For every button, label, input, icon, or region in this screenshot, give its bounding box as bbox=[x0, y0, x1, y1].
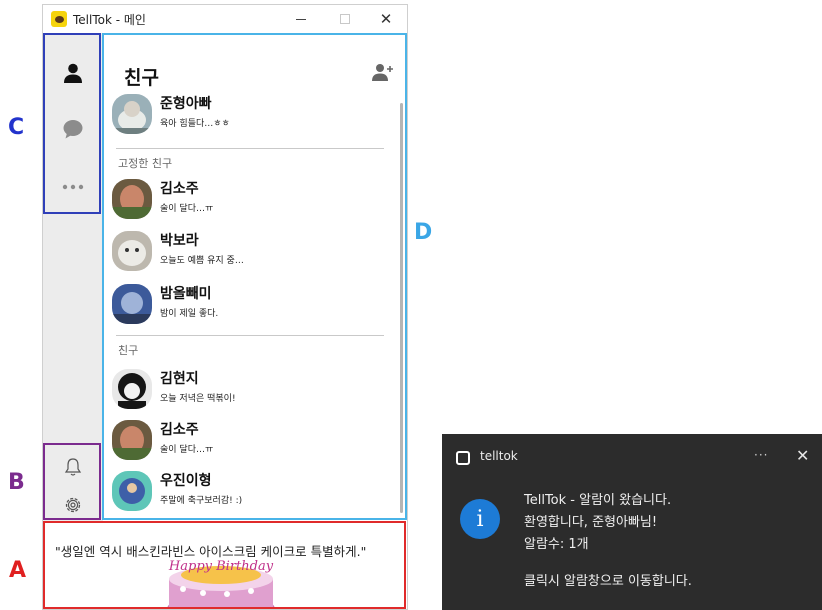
toast-line-2: 알람수: 1개 bbox=[524, 537, 589, 552]
toast-line-3: 클릭시 알람창으로 이동합니다. bbox=[524, 574, 692, 589]
friend-status: 밤이 제일 좋다. bbox=[160, 309, 219, 319]
list-item[interactable]: 우진이형 주말에 축구보러감! :) bbox=[108, 467, 388, 515]
toast-line-1: 환영합니다, 준형아빠님! bbox=[524, 515, 658, 530]
friend-name: 김소주 bbox=[160, 422, 199, 438]
avatar bbox=[112, 94, 152, 134]
friends-panel: 친구 준형아빠 육아 힘들다…ㅎㅎ 고정한 친구 김소주 술이 달다…ㅠ 박보라… bbox=[104, 33, 407, 523]
gear-icon bbox=[65, 497, 81, 513]
person-icon bbox=[64, 63, 82, 83]
section-label-pinned: 고정한 친구 bbox=[118, 157, 173, 170]
telltok-app-icon bbox=[456, 451, 470, 465]
chat-bubble-icon bbox=[63, 120, 83, 139]
my-profile[interactable]: 준형아빠 육아 힘들다…ㅎㅎ bbox=[108, 90, 388, 138]
avatar bbox=[112, 471, 152, 511]
friend-status: 오늘도 예쁨 유지 중… bbox=[160, 256, 244, 266]
page-title: 친구 bbox=[124, 67, 159, 89]
minimize-button[interactable] bbox=[286, 8, 316, 30]
nav-friends-button[interactable] bbox=[57, 57, 89, 89]
friend-name: 준형아빠 bbox=[160, 96, 212, 112]
nav-chat-button[interactable] bbox=[57, 113, 89, 145]
friend-status: 술이 달다…ㅠ bbox=[160, 204, 214, 214]
close-button[interactable]: ✕ bbox=[371, 8, 401, 30]
title-bar[interactable]: TellTok - 메인 ✕ bbox=[43, 5, 407, 33]
sidebar bbox=[43, 33, 103, 523]
scrollbar[interactable] bbox=[400, 103, 403, 513]
friend-status: 주말에 축구보러감! :) bbox=[160, 496, 243, 506]
avatar bbox=[112, 179, 152, 219]
toast-notification[interactable]: telltok ··· ✕ i TellTok - 알람이 왔습니다. 환영합니… bbox=[442, 434, 822, 610]
friend-name: 밤올빼미 bbox=[160, 286, 212, 302]
friend-name: 김소주 bbox=[160, 181, 199, 197]
maximize-icon bbox=[340, 14, 350, 24]
avatar bbox=[112, 420, 152, 460]
birthday-cake-image: Happy Birthday bbox=[167, 559, 275, 609]
avatar bbox=[112, 231, 152, 271]
divider bbox=[116, 335, 384, 336]
ad-banner[interactable]: "생일엔 역시 배스킨라빈스 아이스크림 케이크로 특별하게." Happy B… bbox=[43, 523, 407, 609]
marker-d: D bbox=[414, 220, 433, 245]
divider bbox=[116, 148, 384, 149]
toast-close-button[interactable]: ✕ bbox=[796, 446, 809, 465]
friend-status: 술이 달다…ㅠ bbox=[160, 445, 214, 455]
add-user-icon bbox=[372, 64, 393, 81]
friend-name: 우진이형 bbox=[160, 473, 212, 489]
settings-button[interactable] bbox=[57, 489, 89, 521]
friend-name: 김현지 bbox=[160, 371, 199, 387]
more-dots-icon bbox=[62, 184, 84, 190]
cake-text: Happy Birthday bbox=[168, 559, 274, 574]
bell-icon bbox=[64, 458, 82, 476]
notification-button[interactable] bbox=[57, 451, 89, 483]
list-item[interactable]: 김소주 술이 달다…ㅠ bbox=[108, 416, 388, 464]
minimize-icon bbox=[296, 18, 306, 20]
info-icon: i bbox=[460, 499, 500, 539]
friend-status: 육아 힘들다…ㅎㅎ bbox=[160, 119, 230, 129]
nav-more-button[interactable] bbox=[57, 171, 89, 203]
list-item[interactable]: 김소주 술이 달다…ㅠ bbox=[108, 175, 388, 223]
toast-title: TellTok - 알람이 왔습니다. bbox=[524, 493, 672, 508]
telltok-logo-icon bbox=[51, 11, 67, 27]
list-item[interactable]: 김현지 오늘 저녁은 떡볶이! bbox=[108, 365, 388, 413]
marker-c: C bbox=[8, 115, 25, 140]
toast-more-button[interactable]: ··· bbox=[754, 448, 768, 462]
avatar bbox=[112, 369, 152, 409]
list-item[interactable]: 밤올빼미 밤이 제일 좋다. bbox=[108, 280, 388, 328]
avatar bbox=[112, 284, 152, 324]
window-title: TellTok - 메인 bbox=[73, 13, 146, 27]
marker-a: A bbox=[9, 558, 27, 583]
main-window: TellTok - 메인 ✕ 친구 준형아빠 육아 힘들다…ㅎㅎ 고정한 친구 … bbox=[42, 4, 408, 610]
friend-status: 오늘 저녁은 떡볶이! bbox=[160, 394, 236, 404]
list-item[interactable]: 박보라 오늘도 예쁨 유지 중… bbox=[108, 227, 388, 275]
maximize-button[interactable] bbox=[330, 8, 360, 30]
toast-app-name: telltok bbox=[480, 449, 518, 463]
add-friend-button[interactable] bbox=[371, 62, 395, 84]
marker-b: B bbox=[8, 470, 25, 495]
friend-name: 박보라 bbox=[160, 233, 199, 249]
section-label-friends: 친구 bbox=[118, 344, 139, 357]
